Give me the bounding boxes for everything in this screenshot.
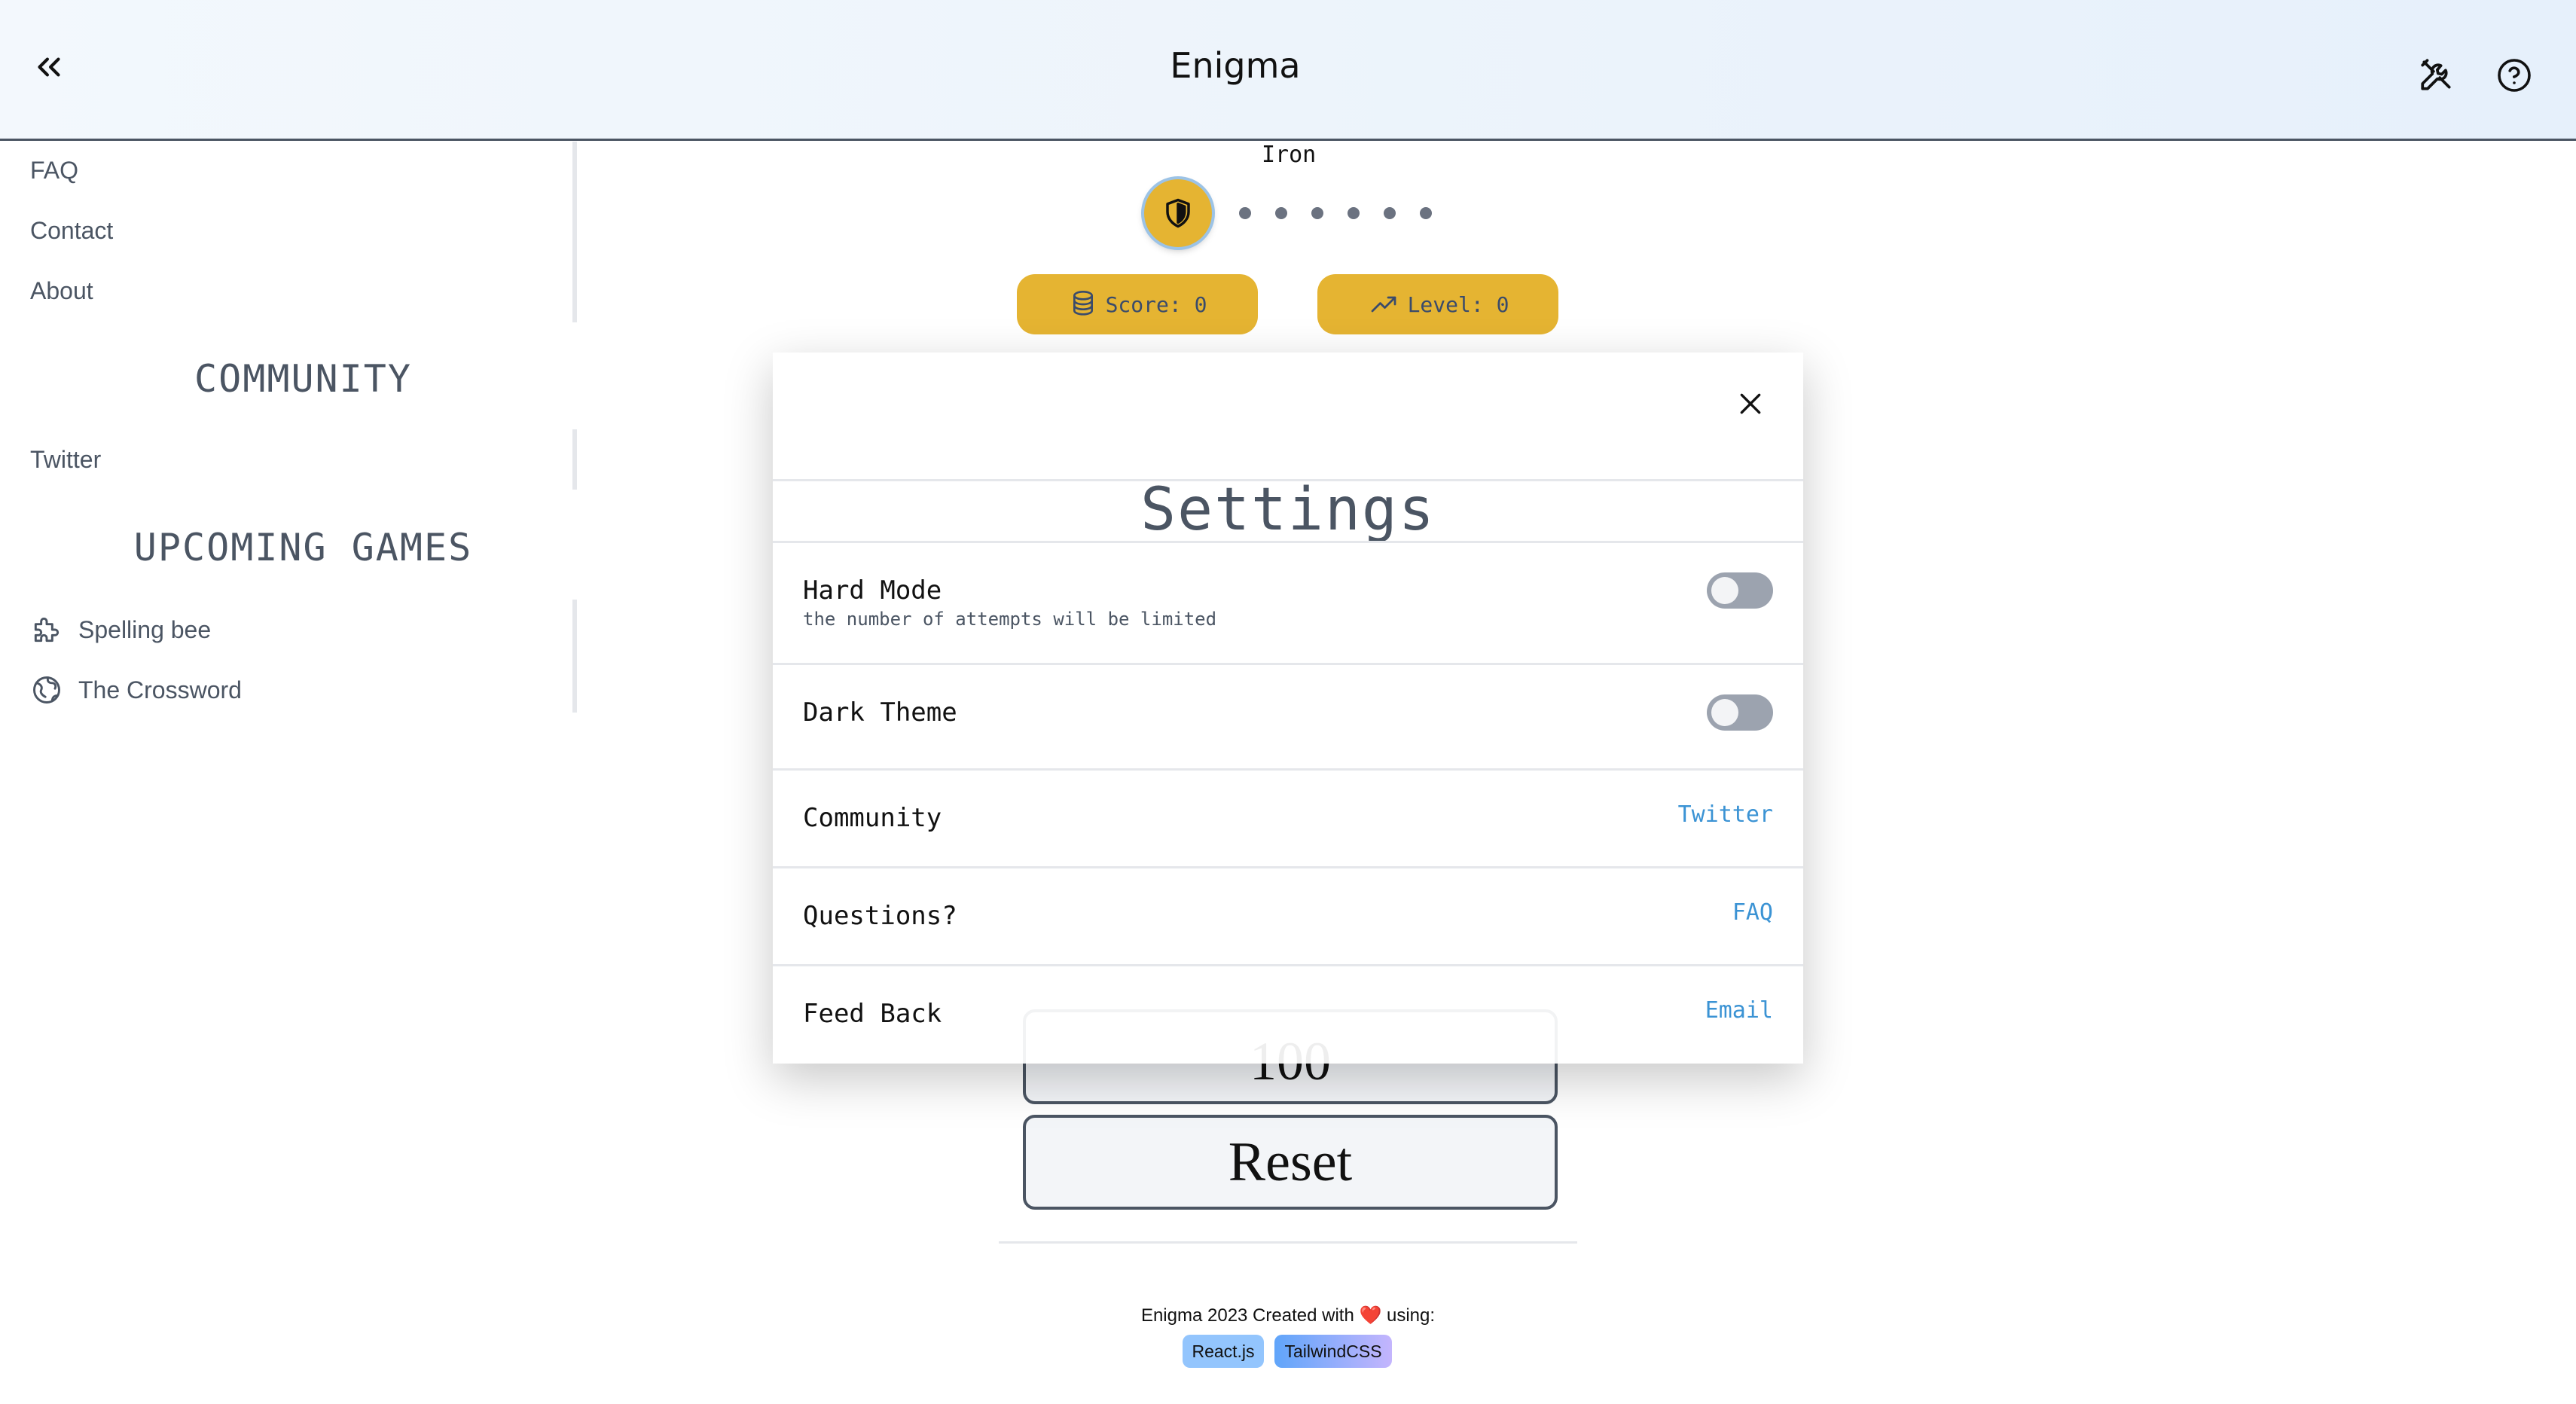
trending-up-icon (1371, 296, 1396, 313)
settings-title: Settings (1140, 476, 1436, 544)
badge-tailwind: TailwindCSS (1274, 1335, 1392, 1368)
progress-step (1275, 207, 1287, 219)
rank-badge (1144, 179, 1212, 247)
faq-link[interactable]: FAQ (1732, 899, 1773, 926)
sidebar-link-faq[interactable]: FAQ (30, 157, 78, 185)
progress-step (1348, 207, 1360, 219)
dark-theme-toggle[interactable] (1707, 694, 1773, 731)
close-icon[interactable] (1735, 389, 1766, 419)
twitter-link[interactable]: Twitter (1678, 801, 1773, 828)
puzzle-icon (34, 617, 60, 642)
questions-label: Questions? (803, 901, 957, 931)
reset-button[interactable]: Reset (1023, 1115, 1558, 1210)
progress-step (1311, 207, 1323, 219)
rank-label: Iron (1262, 142, 1317, 168)
divider (773, 964, 1803, 966)
toggle-knob (1711, 699, 1738, 726)
sidebar-link-about[interactable]: About (30, 277, 93, 305)
game-crossword[interactable]: The Crossword (78, 676, 242, 704)
footer-divider (999, 1241, 1577, 1244)
email-link[interactable]: Email (1705, 997, 1773, 1024)
hard-mode-label: Hard Mode (803, 575, 942, 606)
sidebar-divider (572, 600, 577, 713)
divider (773, 541, 1803, 543)
community-label: Community (803, 803, 942, 833)
community-heading: COMMUNITY (194, 357, 412, 401)
score-badge: Score: 0 (1017, 274, 1258, 334)
footer-text: Enigma 2023 Created with ❤️ using: (1140, 1305, 1436, 1326)
coins-icon (1073, 291, 1093, 316)
sidebar-link-twitter[interactable]: Twitter (30, 446, 101, 474)
shield-icon (1166, 198, 1190, 228)
toggle-knob (1711, 577, 1738, 604)
level-label: Level: 0 (1407, 291, 1509, 317)
feedback-label: Feed Back (803, 999, 942, 1029)
hard-mode-description: the number of attempts will be limited (803, 609, 1217, 630)
progress-step (1420, 207, 1432, 219)
level-badge: Level: 0 (1317, 274, 1558, 334)
progress-step (1239, 207, 1251, 219)
badge-react: React.js (1183, 1335, 1264, 1368)
game-spelling-bee[interactable]: Spelling bee (78, 616, 211, 644)
divider (773, 663, 1803, 665)
divider (773, 866, 1803, 868)
help-circle-icon[interactable] (2496, 57, 2532, 93)
dark-theme-label: Dark Theme (803, 697, 957, 728)
sidebar-divider (572, 142, 577, 322)
globe-icon (33, 676, 60, 704)
settings-modal: Settings Hard Mode the number of attempt… (773, 353, 1803, 1064)
sidebar-link-contact[interactable]: Contact (30, 217, 113, 245)
score-label: Score: 0 (1105, 291, 1207, 317)
upcoming-games-heading: UPCOMING GAMES (133, 526, 473, 569)
tools-icon[interactable] (2418, 56, 2455, 93)
divider (773, 768, 1803, 771)
header: Enigma (0, 0, 2576, 141)
sidebar-divider (572, 429, 577, 490)
hard-mode-toggle[interactable] (1707, 572, 1773, 609)
app-title: Enigma (1170, 45, 1301, 86)
progress-step (1384, 207, 1396, 219)
